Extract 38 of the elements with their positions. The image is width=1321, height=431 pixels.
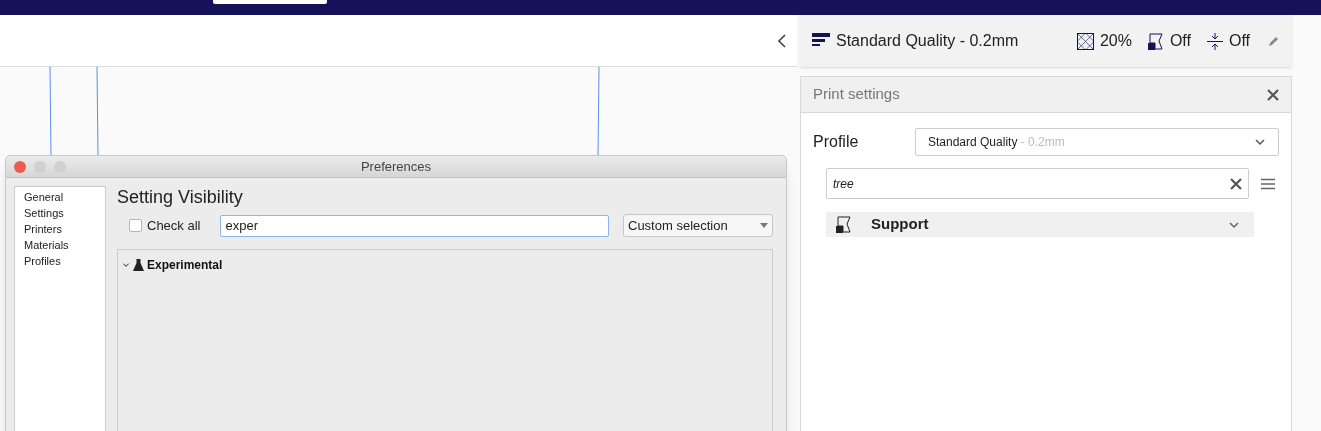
infill-icon <box>1076 32 1094 50</box>
support-icon <box>1147 32 1164 50</box>
sidebar-item[interactable]: Printers <box>24 221 105 237</box>
check-all-checkbox[interactable] <box>129 219 142 232</box>
dropdown-arrow-icon <box>760 223 768 228</box>
pencil-icon[interactable] <box>1268 35 1280 47</box>
chevron-icon <box>1254 136 1266 148</box>
flask-icon <box>133 259 144 271</box>
profile-label: Profile <box>813 132 860 152</box>
infill-value: 20% <box>1099 31 1132 51</box>
window-title: Preferences <box>360 157 432 176</box>
close-window-icon[interactable] <box>14 160 26 173</box>
sidebar-item[interactable]: Profiles <box>24 253 105 269</box>
category-header[interactable]: Support <box>826 212 1254 237</box>
quality-icon <box>812 33 830 49</box>
preset-dropdown[interactable]: Custom selection <box>623 214 773 237</box>
menu-icon[interactable] <box>1261 177 1275 190</box>
print-summary-bar[interactable]: Standard Quality - 0.2mm 20% Off Off <box>800 15 1292 67</box>
support-value: Off <box>1169 31 1191 51</box>
clear-icon[interactable] <box>1230 177 1242 190</box>
settings-search-field[interactable]: tree <box>826 168 1249 199</box>
sidebar-item[interactable]: Settings <box>24 205 105 221</box>
chevron-icon <box>122 261 130 269</box>
category-label: Support <box>871 214 930 235</box>
quality-label: Standard Quality - 0.2mm <box>836 31 1019 51</box>
sidebar-item[interactable]: Materials <box>24 237 105 253</box>
adhesion-value: Off <box>1228 31 1250 51</box>
check-all-label: Check all <box>147 216 201 235</box>
adhesion-icon <box>1206 32 1223 50</box>
chevron-left-icon[interactable] <box>777 33 787 48</box>
sidebar-item[interactable]: General <box>24 189 105 205</box>
filter-field[interactable]: exper <box>220 214 609 237</box>
profile-dropdown[interactable]: Standard Quality - 0.2mm <box>915 128 1279 156</box>
support-icon <box>836 216 852 233</box>
panel-title: Print settings <box>813 84 900 105</box>
section-heading: Setting Visibility <box>117 186 244 209</box>
close-icon[interactable] <box>1267 88 1279 101</box>
tree-item[interactable]: Experimental <box>122 256 223 274</box>
